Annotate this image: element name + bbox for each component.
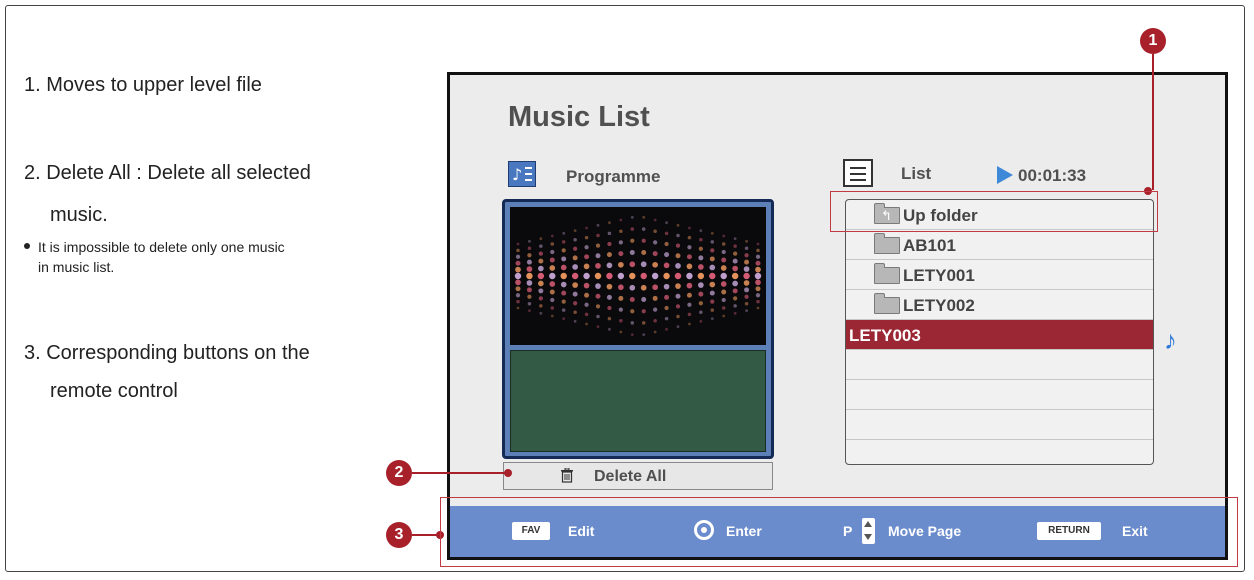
music-visualizer (510, 207, 766, 345)
list-icon (843, 159, 873, 187)
list-item-label: LETY002 (903, 296, 975, 315)
note-delete-all: 2. Delete All : Delete all selected (24, 162, 311, 184)
music-list: ↰ Up folder AB101 LETY001 LETY002 LETY00… (845, 199, 1154, 465)
list-item[interactable]: LETY002 (846, 290, 1153, 320)
playback-time: 00:01:33 (1018, 166, 1087, 185)
list-item[interactable]: AB101 (846, 230, 1153, 260)
trash-icon (561, 468, 573, 483)
list-item-selected[interactable]: LETY003 (846, 320, 1153, 350)
list-empty-row (846, 410, 1153, 440)
note-upper-level: 1. Moves to upper level file (24, 74, 262, 96)
callout-2-line (412, 472, 508, 474)
note-remote-buttons-cont: remote control (50, 380, 178, 402)
callout-3: 3 (386, 522, 412, 548)
callout-3-box (440, 497, 1238, 567)
svg-text:♪: ♪ (512, 165, 522, 184)
list-item-label: LETY001 (903, 266, 975, 285)
programme-label: Programme (566, 167, 661, 186)
callout-1-box (830, 191, 1158, 232)
note-bullet-line2: in music list. (38, 259, 115, 275)
bullet-icon (24, 243, 30, 250)
list-item-label: LETY003 (849, 326, 921, 345)
music-note-icon: ♪ (1164, 325, 1177, 355)
list-label: List (901, 164, 932, 183)
callout-3-line (412, 534, 438, 536)
callout-1: 1 (1140, 28, 1166, 54)
play-icon (997, 166, 1013, 184)
list-empty-row (846, 380, 1153, 410)
list-empty-row (846, 440, 1153, 464)
note-bullet-line1: It is impossible to delete only one musi… (38, 239, 285, 255)
callout-1-line (1152, 54, 1154, 190)
callout-2: 2 (386, 460, 412, 486)
folder-icon (874, 293, 900, 314)
programme-panel (502, 199, 774, 459)
delete-all-button[interactable]: Delete All (503, 462, 773, 490)
note-remote-buttons: 3. Corresponding buttons on the (24, 342, 310, 364)
track-info-panel (510, 350, 766, 452)
list-item-label: AB101 (903, 236, 956, 255)
folder-icon (874, 233, 900, 254)
programme-icon: ♪ (508, 161, 536, 187)
note-bullet: It is impossible to delete only one musi… (24, 237, 285, 277)
folder-icon (874, 263, 900, 284)
list-item[interactable]: LETY001 (846, 260, 1153, 290)
list-empty-row (846, 350, 1153, 380)
page-title: Music List (508, 101, 650, 133)
callout-2-dot (504, 469, 512, 477)
delete-all-label: Delete All (594, 468, 667, 485)
music-list-screen: Music List ♪ Programme Delete All List 0… (447, 72, 1228, 560)
note-delete-all-cont: music. (50, 204, 108, 226)
